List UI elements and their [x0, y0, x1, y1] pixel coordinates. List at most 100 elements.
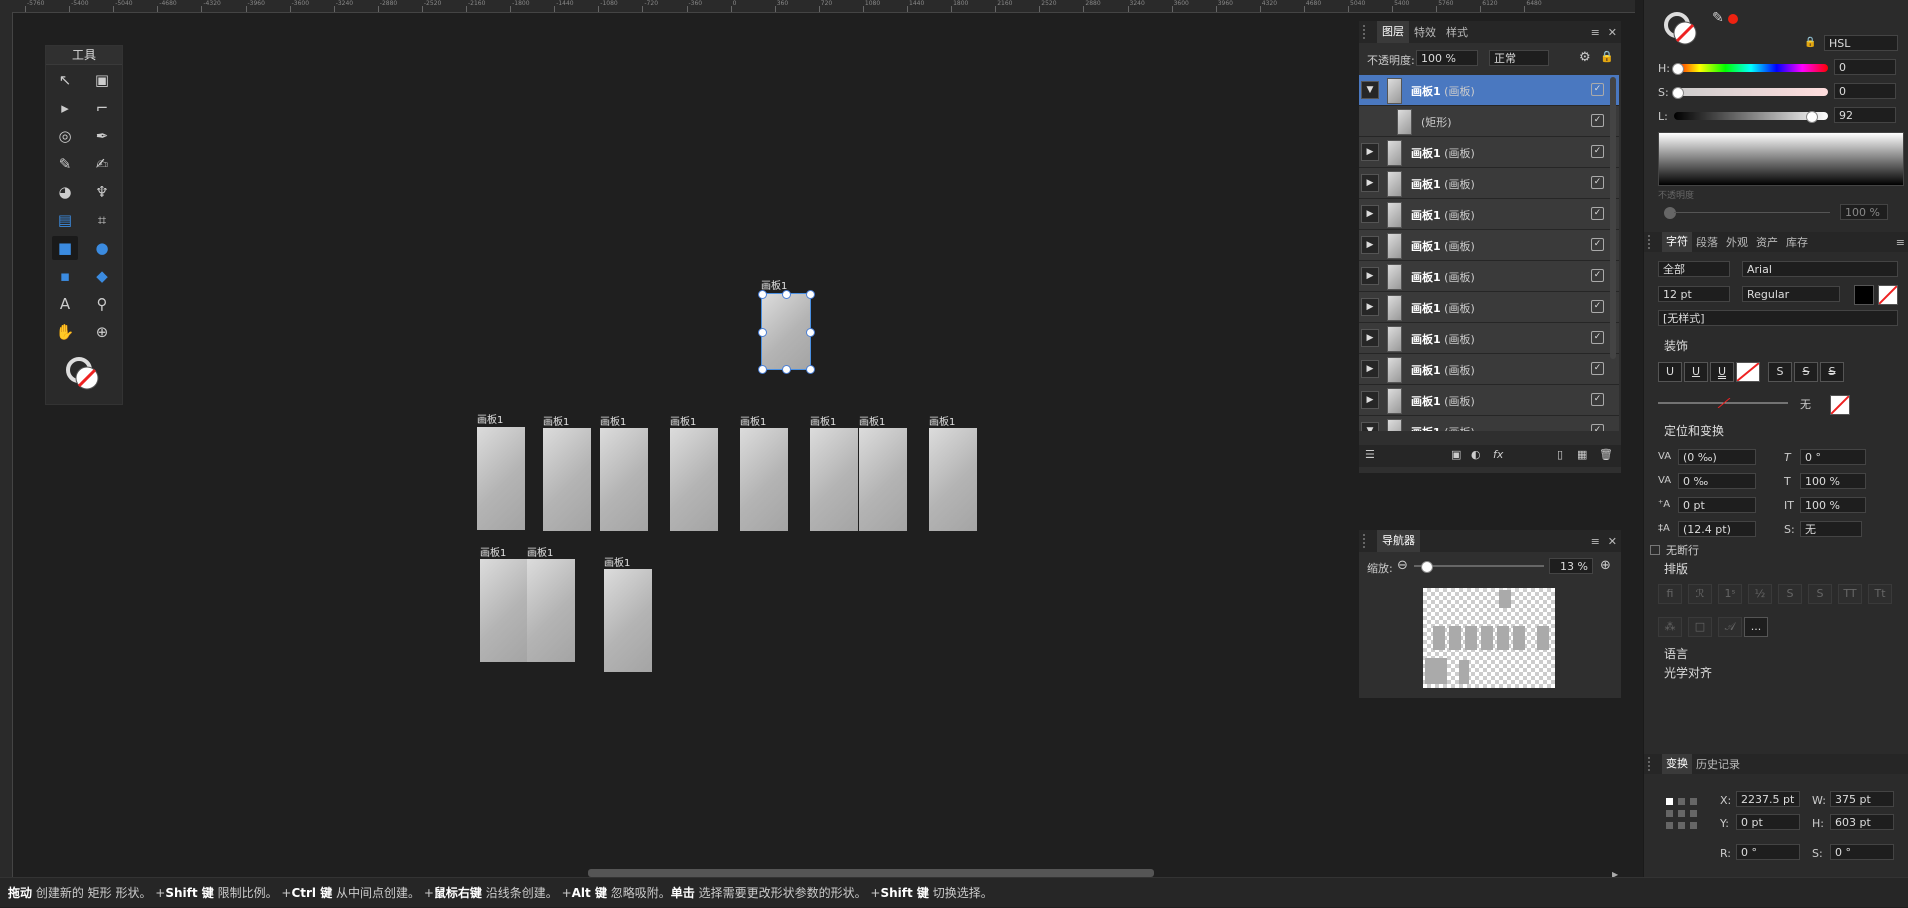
- layers-scrollbar[interactable]: [1610, 77, 1616, 359]
- layer-row[interactable]: ▶ 画板1 (画板) ✓: [1359, 354, 1619, 385]
- diamond-icon[interactable]: ◆: [89, 264, 115, 288]
- strike-button[interactable]: S: [1794, 362, 1818, 382]
- expand-icon[interactable]: ▶: [1361, 205, 1379, 223]
- menu-icon[interactable]: ≡: [1591, 535, 1600, 548]
- layer-row[interactable]: ▶ 画板1 (画板) ✓: [1359, 385, 1619, 416]
- artboard[interactable]: [859, 428, 907, 531]
- recent-color[interactable]: [1728, 14, 1738, 24]
- x-field[interactable]: 2237.5 pt: [1736, 791, 1800, 807]
- adjustment-icon[interactable]: ◐: [1471, 448, 1481, 461]
- opacity-slider[interactable]: [1674, 212, 1830, 213]
- slant-field[interactable]: 0 °: [1800, 449, 1866, 465]
- anchor-grid[interactable]: [1664, 796, 1700, 832]
- tab-history[interactable]: 历史记录: [1692, 756, 1744, 772]
- visibility-checkbox[interactable]: ✓: [1591, 269, 1604, 282]
- layer-row[interactable]: ▶ 画板1 (画板) ✓: [1359, 230, 1619, 261]
- color-preview[interactable]: [1658, 132, 1904, 186]
- font-select[interactable]: Arial: [1742, 261, 1898, 277]
- artboard[interactable]: [810, 428, 858, 531]
- menu-icon[interactable]: ≡: [1591, 26, 1600, 39]
- layer-row[interactable]: ▶ 画板1 (画板) ✓: [1359, 292, 1619, 323]
- collapse-icon[interactable]: ▼: [1361, 422, 1379, 431]
- typography-option-button[interactable]: S: [1808, 584, 1832, 604]
- hue-slider[interactable]: [1674, 64, 1828, 72]
- l-field[interactable]: 92: [1834, 107, 1896, 123]
- color-swatch[interactable]: [1662, 10, 1702, 50]
- resize-handle[interactable]: [758, 365, 767, 374]
- typography-option-button[interactable]: fi: [1658, 584, 1682, 604]
- s-field[interactable]: 0: [1834, 83, 1896, 99]
- visibility-checkbox[interactable]: ✓: [1591, 207, 1604, 220]
- visibility-checkbox[interactable]: ✓: [1591, 362, 1604, 375]
- visibility-checkbox[interactable]: ✓: [1591, 300, 1604, 313]
- corner-icon[interactable]: ⌐: [89, 96, 115, 120]
- layer-row[interactable]: ▶ 画板1 (画板) ✓: [1359, 199, 1619, 230]
- saturation-knob[interactable]: [1672, 87, 1684, 99]
- language-section[interactable]: 语言: [1664, 645, 1688, 662]
- resize-handle[interactable]: [758, 290, 767, 299]
- zoom-slider-knob[interactable]: [1421, 561, 1433, 573]
- close-icon[interactable]: ✕: [1608, 26, 1617, 39]
- y-field[interactable]: 0 pt: [1736, 814, 1800, 830]
- tab-navigator[interactable]: 导航器: [1377, 530, 1420, 552]
- menu-icon[interactable]: ≡: [1896, 236, 1905, 249]
- typography-option-button[interactable]: TT: [1838, 584, 1862, 604]
- kerning-field[interactable]: (0 ‰): [1678, 449, 1756, 465]
- gear-icon[interactable]: ⚙: [1579, 50, 1591, 65]
- artboard-selected[interactable]: [761, 293, 811, 370]
- visibility-checkbox[interactable]: ✓: [1591, 393, 1604, 406]
- grip-icon[interactable]: [1363, 25, 1373, 39]
- position-title[interactable]: 定位和变换: [1664, 422, 1724, 439]
- h-field[interactable]: 0: [1834, 59, 1896, 75]
- expand-icon[interactable]: ▶: [1361, 143, 1379, 161]
- decoration-title[interactable]: 装饰: [1664, 337, 1688, 354]
- typography-option-button[interactable]: 𝒜: [1718, 617, 1742, 637]
- text-stroke-swatch[interactable]: [1878, 285, 1898, 305]
- collapse-icon[interactable]: ▼: [1361, 81, 1379, 99]
- tab-stock[interactable]: 库存: [1782, 234, 1812, 250]
- strike-button[interactable]: S: [1768, 362, 1792, 382]
- s-select[interactable]: 无: [1800, 521, 1862, 537]
- typography-option-button[interactable]: ℛ: [1688, 584, 1712, 604]
- fx-icon[interactable]: fx: [1493, 448, 1503, 461]
- underline-button[interactable]: U: [1658, 362, 1682, 382]
- artboard-icon[interactable]: ▣: [89, 68, 115, 92]
- typography-option-button[interactable]: S: [1778, 584, 1802, 604]
- line-style-preview[interactable]: [1658, 397, 1788, 409]
- tab-effects[interactable]: 特效: [1409, 24, 1441, 40]
- color-model-select[interactable]: HSL: [1824, 35, 1898, 51]
- lock-icon[interactable]: 🔒: [1804, 37, 1816, 48]
- lightness-knob[interactable]: [1806, 111, 1818, 123]
- expand-icon[interactable]: ▶: [1361, 267, 1379, 285]
- saturation-slider[interactable]: [1674, 88, 1828, 96]
- text-style-select[interactable]: [无样式]: [1658, 310, 1898, 326]
- artboard[interactable]: [480, 559, 528, 662]
- visibility-checkbox[interactable]: ✓: [1591, 145, 1604, 158]
- resize-handle[interactable]: [782, 365, 791, 374]
- baseline-field[interactable]: 0 pt: [1678, 497, 1756, 513]
- font-weight-select[interactable]: Regular: [1742, 286, 1840, 302]
- strike-color-swatch[interactable]: [1736, 362, 1760, 382]
- underline-button[interactable]: U: [1710, 362, 1734, 382]
- layer-row[interactable]: ▼ 画板1 (画板) ✓: [1359, 75, 1619, 106]
- typography-title[interactable]: 排版: [1664, 560, 1688, 577]
- pen-icon[interactable]: ✒: [89, 124, 115, 148]
- visibility-checkbox[interactable]: ✓: [1591, 238, 1604, 251]
- layer-row[interactable]: ▶ 画板1 (画板) ✓: [1359, 137, 1619, 168]
- fill-icon[interactable]: ◕: [52, 180, 78, 204]
- layer-row[interactable]: ▶ 画板1 (画板) ✓: [1359, 168, 1619, 199]
- layer-row[interactable]: ▶ 画板1 (画板) ✓: [1359, 323, 1619, 354]
- mask-icon[interactable]: ▣: [1451, 448, 1461, 461]
- line-color-swatch[interactable]: [1830, 395, 1850, 415]
- opacity-knob[interactable]: [1664, 207, 1676, 219]
- layer-row[interactable]: (矩形) ✓: [1359, 106, 1619, 137]
- zoom-in-icon[interactable]: ⊕: [1600, 558, 1611, 573]
- vector-brush-icon[interactable]: ✍: [89, 152, 115, 176]
- expand-icon[interactable]: ▶: [1361, 298, 1379, 316]
- expand-icon[interactable]: ▶: [1361, 329, 1379, 347]
- color-picker-icon[interactable]: ⚲: [89, 292, 115, 316]
- artboard[interactable]: [604, 569, 652, 672]
- expand-icon[interactable]: ▶: [1361, 360, 1379, 378]
- typography-option-button[interactable]: □: [1688, 617, 1712, 637]
- close-icon[interactable]: ✕: [1608, 535, 1617, 548]
